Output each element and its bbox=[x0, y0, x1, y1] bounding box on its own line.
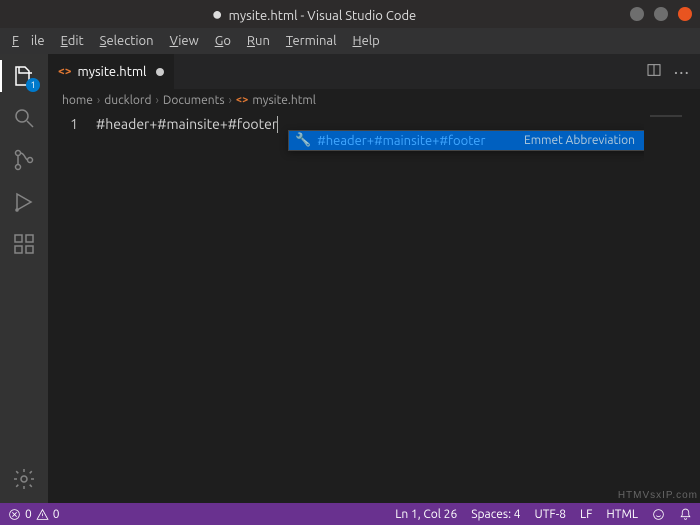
menu-selection[interactable]: Selection bbox=[94, 31, 160, 51]
extensions-icon[interactable] bbox=[10, 230, 38, 258]
window-title: ● mysite.html - Visual Studio Code bbox=[8, 5, 620, 23]
modified-dot-icon: ● bbox=[212, 4, 223, 24]
menu-go[interactable]: Go bbox=[209, 31, 237, 51]
status-bar: 0 0 Ln 1, Col 26 Spaces: 4 UTF-8 LF HTML bbox=[0, 503, 700, 525]
suggest-detail: Emmet Abbreviation bbox=[524, 134, 635, 147]
editor-content[interactable]: 1 #header+#mainsite+#footer 🔧 #header+#m… bbox=[48, 111, 700, 503]
split-editor-icon[interactable] bbox=[646, 62, 662, 82]
bell-icon[interactable] bbox=[679, 508, 692, 521]
search-icon[interactable] bbox=[10, 104, 38, 132]
minimap-content bbox=[650, 115, 682, 117]
window-title-text: mysite.html - Visual Studio Code bbox=[229, 9, 417, 23]
status-problems[interactable]: 0 0 bbox=[8, 508, 60, 521]
chevron-right-icon: › bbox=[97, 94, 100, 107]
error-icon bbox=[8, 508, 21, 521]
editor-group: <> mysite.html ··· home › ducklord › Doc… bbox=[48, 54, 700, 503]
status-language[interactable]: HTML bbox=[606, 508, 638, 521]
breadcrumb-seg[interactable]: Documents bbox=[163, 94, 225, 107]
tab-dirty-icon bbox=[156, 68, 164, 76]
menu-bar: File Edit Selection View Go Run Terminal… bbox=[0, 28, 700, 54]
minimap[interactable] bbox=[644, 111, 700, 503]
settings-gear-icon[interactable] bbox=[10, 465, 38, 493]
suggest-widget[interactable]: 🔧 #header+#mainsite+#footer Emmet Abbrev… bbox=[288, 130, 650, 151]
tab-mysite[interactable]: <> mysite.html bbox=[48, 54, 175, 89]
warning-icon bbox=[36, 508, 49, 521]
breadcrumb[interactable]: home › ducklord › Documents › <> mysite.… bbox=[48, 89, 700, 111]
status-eol[interactable]: LF bbox=[580, 508, 592, 521]
tab-bar: <> mysite.html ··· bbox=[48, 54, 700, 89]
activity-bar: 1 bbox=[0, 54, 48, 503]
explorer-badge: 1 bbox=[26, 78, 40, 92]
minimize-button[interactable] bbox=[630, 7, 644, 21]
suggest-match: #header+#mainsite+#footer bbox=[317, 134, 485, 148]
menu-edit[interactable]: Edit bbox=[55, 31, 90, 51]
status-encoding[interactable]: UTF-8 bbox=[535, 508, 566, 521]
maximize-button[interactable] bbox=[654, 7, 668, 21]
close-button[interactable] bbox=[678, 7, 692, 21]
html-file-icon: <> bbox=[58, 65, 72, 78]
feedback-icon[interactable] bbox=[652, 508, 665, 521]
chevron-right-icon: › bbox=[229, 94, 232, 107]
explorer-icon[interactable]: 1 bbox=[10, 62, 38, 90]
line-gutter: 1 bbox=[48, 111, 96, 503]
suggest-item[interactable]: 🔧 #header+#mainsite+#footer Emmet Abbrev… bbox=[289, 131, 649, 150]
menu-file[interactable]: File bbox=[6, 31, 51, 51]
breadcrumb-seg[interactable]: ducklord bbox=[104, 94, 151, 107]
source-control-icon[interactable] bbox=[10, 146, 38, 174]
more-actions-icon[interactable]: ··· bbox=[674, 62, 690, 82]
chevron-right-icon: › bbox=[155, 94, 158, 107]
status-cursor[interactable]: Ln 1, Col 26 bbox=[395, 508, 457, 521]
title-bar: ● mysite.html - Visual Studio Code bbox=[0, 0, 700, 28]
wrench-icon: 🔧 bbox=[295, 133, 311, 148]
menu-help[interactable]: Help bbox=[347, 31, 386, 51]
tab-label: mysite.html bbox=[78, 65, 147, 79]
menu-terminal[interactable]: Terminal bbox=[280, 31, 343, 51]
breadcrumb-file[interactable]: mysite.html bbox=[252, 94, 316, 107]
menu-run[interactable]: Run bbox=[241, 31, 276, 51]
breadcrumb-seg[interactable]: home bbox=[62, 94, 93, 107]
line-number: 1 bbox=[48, 115, 78, 134]
menu-view[interactable]: View bbox=[164, 31, 205, 51]
status-indent[interactable]: Spaces: 4 bbox=[471, 508, 520, 521]
html-file-icon: <> bbox=[236, 94, 248, 106]
text-cursor bbox=[277, 116, 278, 133]
run-debug-icon[interactable] bbox=[10, 188, 38, 216]
